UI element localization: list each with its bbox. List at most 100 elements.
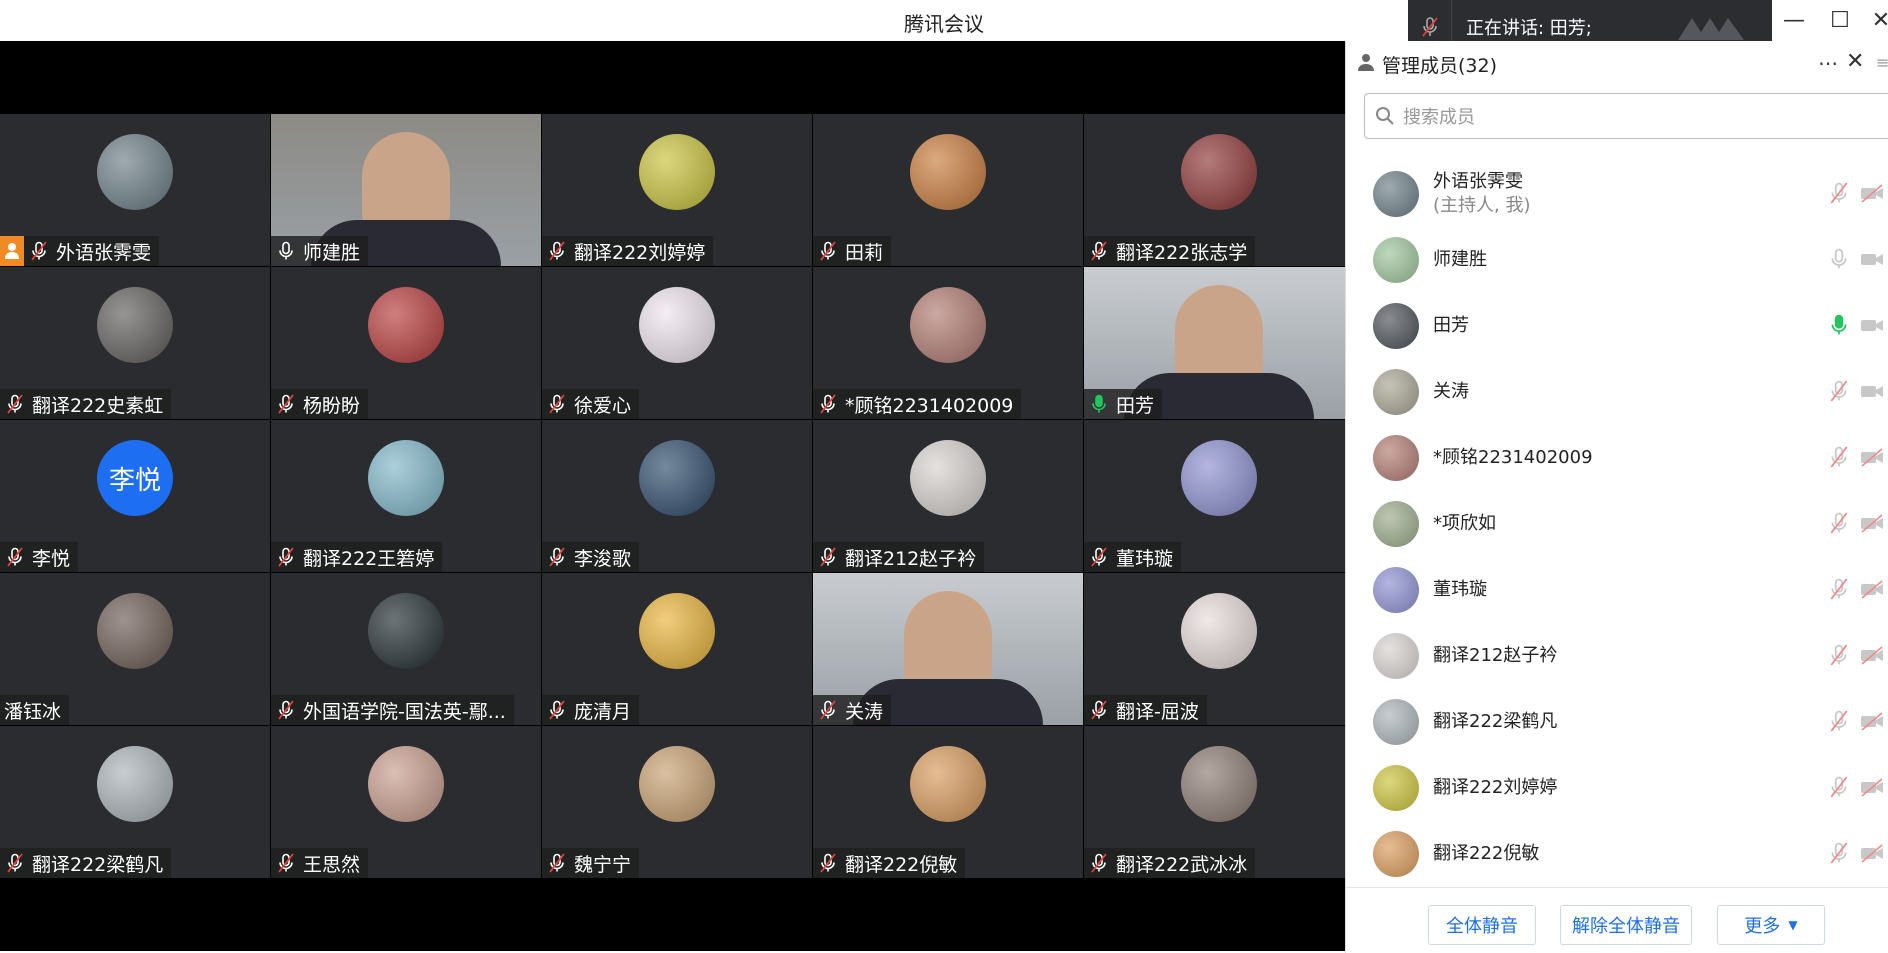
participant-tile[interactable]: 翻译222史素虹	[0, 267, 270, 419]
participant-tile[interactable]: 田芳	[1084, 267, 1354, 419]
participant-tile[interactable]: 翻译222倪敏	[813, 726, 1083, 878]
more-options-icon[interactable]: ⋯	[1818, 51, 1838, 75]
avatar	[1373, 237, 1419, 283]
mute-all-button[interactable]: 全体静音	[1428, 905, 1536, 945]
mic-muted-icon[interactable]	[1828, 710, 1850, 736]
avatar	[910, 134, 986, 210]
participant-tile[interactable]: 翻译222王箬婷	[271, 420, 541, 572]
maximize-icon[interactable]: ☐	[1823, 6, 1857, 34]
collapse-handle-icon[interactable]: ≡	[1876, 53, 1888, 72]
participant-tile[interactable]: 徐爱心	[542, 267, 812, 419]
participant-tile[interactable]: 李悦 李悦	[0, 420, 270, 572]
avatar	[1181, 134, 1257, 210]
member-row[interactable]: 翻译212赵子衿	[1346, 623, 1888, 689]
member-list: 外语张霁雯 (主持人, 我) 师建胜 田芳 关涛 *顾铭2231402009 *项欣如董玮璇…	[1346, 161, 1888, 887]
close-panel-icon[interactable]: ✕	[1846, 49, 1864, 74]
avatar	[1373, 501, 1419, 547]
member-row[interactable]: 田芳	[1346, 293, 1888, 359]
mic-muted-icon[interactable]	[1828, 446, 1850, 472]
caret-down-icon: ▼	[1788, 918, 1798, 932]
name-tag: 田莉	[813, 236, 892, 266]
name-tag: 徐爱心	[542, 389, 640, 419]
participant-name: 外国语学院-国法英-鄢...	[303, 700, 506, 723]
unmute-all-button[interactable]: 解除全体静音	[1560, 905, 1692, 945]
avatar	[1373, 765, 1419, 811]
name-tag: 外国语学院-国法英-鄢...	[271, 695, 514, 725]
member-name: 翻译222梁鹤凡	[1433, 711, 1558, 732]
avatar	[910, 287, 986, 363]
camera-icon[interactable]	[1860, 248, 1884, 274]
participant-tile[interactable]: 王思然	[271, 726, 541, 878]
camera-icon[interactable]	[1860, 380, 1884, 406]
member-name: 翻译222倪敏	[1433, 843, 1540, 864]
participant-tile[interactable]: 关涛	[813, 573, 1083, 725]
participant-tile[interactable]: 翻译222张志学	[1084, 114, 1354, 266]
participant-tile[interactable]: 李浚歌	[542, 420, 812, 572]
participant-tile[interactable]: 杨盼盼	[271, 267, 541, 419]
participant-tile[interactable]: *顾铭2231402009	[813, 267, 1083, 419]
member-row[interactable]: 董玮璇	[1346, 557, 1888, 623]
mic-muted-icon[interactable]	[1828, 644, 1850, 670]
mic-muted-icon[interactable]	[1828, 182, 1850, 208]
member-row[interactable]: 翻译222倪敏	[1346, 821, 1888, 887]
participant-tile[interactable]: 师建胜	[271, 114, 541, 266]
mic-muted-icon	[275, 393, 297, 415]
participant-tile[interactable]: 翻译222梁鹤凡	[0, 726, 270, 878]
participant-name: 田莉	[845, 241, 884, 264]
member-info: 翻译222梁鹤凡	[1433, 710, 1557, 734]
minimize-icon[interactable]: —	[1777, 6, 1811, 34]
avatar	[1373, 633, 1419, 679]
mic-muted-icon[interactable]	[1828, 578, 1850, 604]
mic-muted-icon[interactable]	[1828, 842, 1850, 868]
avatar	[1373, 699, 1419, 745]
avatar	[97, 134, 173, 210]
participant-tile[interactable]: 董玮璇	[1084, 420, 1354, 572]
camera-off-icon[interactable]	[1860, 578, 1884, 604]
participant-tile[interactable]: 翻译222武冰冰	[1084, 726, 1354, 878]
camera-off-icon[interactable]	[1860, 710, 1884, 736]
member-row[interactable]: *顾铭2231402009	[1346, 425, 1888, 491]
participant-tile[interactable]: 外语张霁雯	[0, 114, 270, 266]
more-button[interactable]: 更多 ▼	[1717, 905, 1825, 945]
member-row[interactable]: 师建胜	[1346, 227, 1888, 293]
camera-off-icon[interactable]	[1860, 644, 1884, 670]
name-tag: 师建胜	[271, 236, 369, 266]
participant-name: 田芳	[1116, 394, 1155, 417]
participant-tile[interactable]: 魏宁宁	[542, 726, 812, 878]
participant-tile[interactable]: 田莉	[813, 114, 1083, 266]
close-icon[interactable]: ✕	[1864, 6, 1888, 34]
member-info: *顾铭2231402009	[1433, 446, 1593, 470]
camera-off-icon[interactable]	[1860, 512, 1884, 538]
participant-tile[interactable]: 翻译222刘婷婷	[542, 114, 812, 266]
speaking-text: 正在讲话: 田芳;	[1466, 17, 1592, 39]
participant-tile[interactable]: 庞清月	[542, 573, 812, 725]
member-row[interactable]: 翻译222梁鹤凡	[1346, 689, 1888, 755]
member-row[interactable]: 关涛	[1346, 359, 1888, 425]
participant-name: 外语张霁雯	[56, 241, 152, 264]
mic-muted-icon[interactable]	[1828, 512, 1850, 538]
member-info: *项欣如	[1433, 512, 1496, 536]
camera-off-icon[interactable]	[1860, 776, 1884, 802]
search-input[interactable]: 搜索成员	[1364, 93, 1888, 139]
avatar	[1373, 831, 1419, 877]
participant-tile[interactable]: 潘钰冰	[0, 573, 270, 725]
camera-icon[interactable]	[1860, 314, 1884, 340]
camera-off-icon[interactable]	[1860, 842, 1884, 868]
mic-muted-icon[interactable]	[1828, 776, 1850, 802]
mic-icon[interactable]	[1828, 314, 1850, 340]
participant-name: 魏宁宁	[574, 853, 632, 876]
avatar	[97, 746, 173, 822]
participant-tile[interactable]: 翻译212赵子衿	[813, 420, 1083, 572]
participant-tile[interactable]: 翻译-屈波	[1084, 573, 1354, 725]
participant-name: 翻译222史素虹	[32, 394, 164, 417]
mic-icon[interactable]	[1828, 248, 1850, 274]
avatar	[1373, 369, 1419, 415]
mic-muted-icon[interactable]	[1828, 380, 1850, 406]
member-row[interactable]: 外语张霁雯 (主持人, 我)	[1346, 161, 1888, 227]
camera-off-icon[interactable]	[1860, 182, 1884, 208]
name-tag: 翻译222王箬婷	[271, 542, 443, 572]
member-row[interactable]: *项欣如	[1346, 491, 1888, 557]
member-row[interactable]: 翻译222刘婷婷	[1346, 755, 1888, 821]
camera-off-icon[interactable]	[1860, 446, 1884, 472]
participant-tile[interactable]: 外国语学院-国法英-鄢...	[271, 573, 541, 725]
